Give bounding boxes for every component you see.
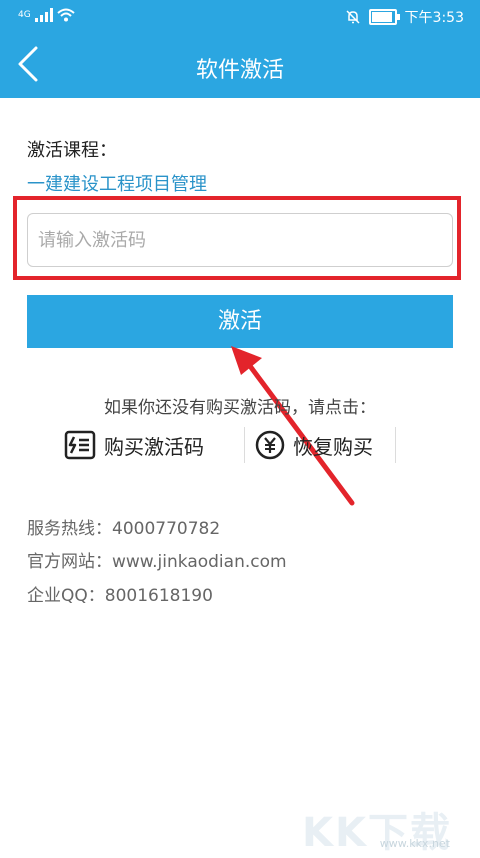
course-label: 激活课程： (27, 140, 117, 161)
course-name: 一建建设工程项目管理 (27, 174, 207, 195)
purchase-code-icon (64, 430, 96, 460)
yen-coin-icon (255, 430, 285, 460)
official-website: 官方网站：www.jinkaodian.com (27, 552, 287, 572)
activation-code-input[interactable] (27, 213, 453, 267)
annotation-arrow (231, 346, 355, 506)
company-qq: 企业QQ：8001618190 (27, 586, 213, 606)
action-divider-end (395, 427, 396, 463)
restore-purchase-button[interactable]: 恢复购买 (255, 428, 373, 462)
status-time: 下午3:53 (404, 10, 464, 26)
action-divider (244, 427, 245, 463)
status-bar: 4G 下午3:53 (0, 0, 480, 34)
mute-bell-icon (346, 10, 360, 24)
battery-icon (368, 9, 400, 25)
activate-button[interactable]: 激活 (27, 295, 453, 348)
status-right: 下午3:53 (345, 7, 464, 27)
purchase-hint: 如果你还没有购买激活码，请点击： (104, 398, 376, 418)
purchase-actions: 购买激活码 恢复购买 (64, 427, 396, 463)
watermark-url: www.kkx.net (379, 837, 450, 850)
buy-code-label: 购买激活码 (104, 434, 204, 459)
buy-code-button[interactable]: 购买激活码 (64, 428, 204, 462)
page-title: 软件激活 (195, 58, 284, 83)
service-hotline: 服务热线：4000770782 (27, 519, 221, 539)
restore-label: 恢复购买 (293, 434, 373, 459)
wifi-icon (57, 8, 75, 22)
status-left: 4G (18, 8, 75, 22)
network-type-label: 4G (18, 10, 31, 20)
signal-icon (34, 8, 53, 22)
battery-level-fill (371, 12, 392, 22)
